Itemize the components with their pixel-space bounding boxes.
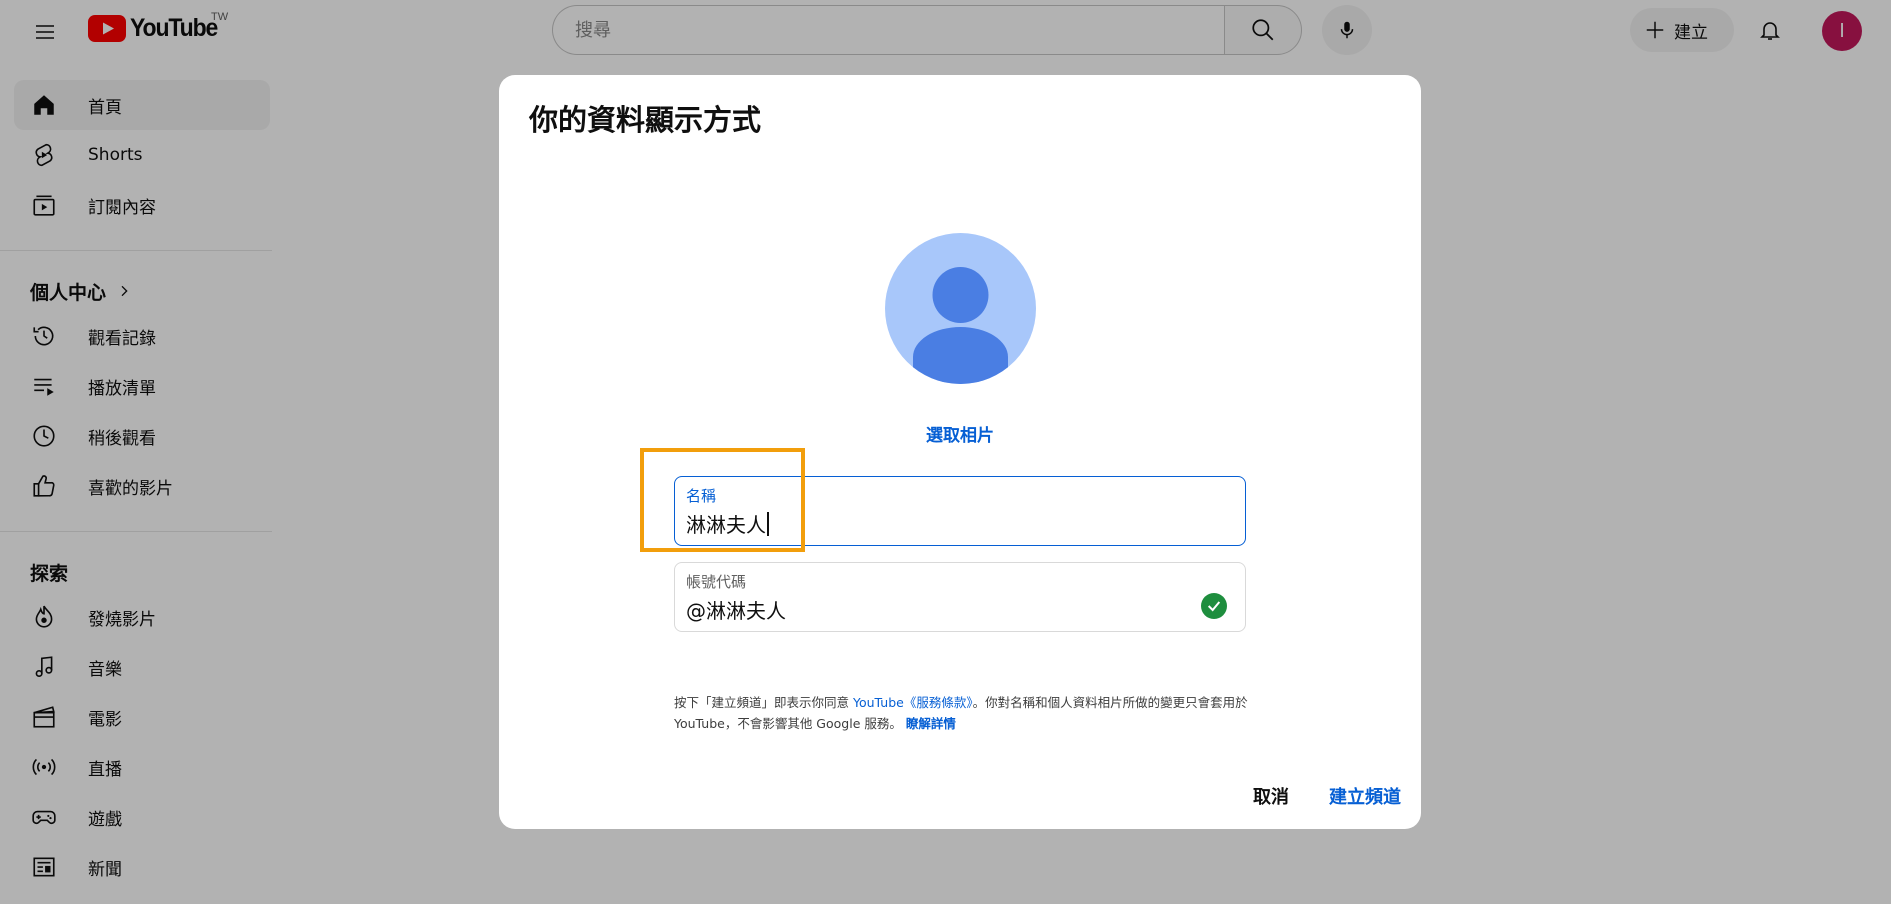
person-avatar-icon (913, 267, 1008, 384)
handle-field-label: 帳號代碼 (686, 573, 747, 591)
learn-more-link[interactable]: 瞭解詳情 (906, 716, 956, 731)
cancel-button[interactable]: 取消 (1253, 783, 1289, 809)
terms-text-1: 按下「建立頻道」即表示你同意 (674, 695, 853, 710)
profile-picture[interactable] (885, 233, 1036, 384)
name-field[interactable]: 名稱 淋淋夫人 (674, 476, 1246, 546)
terms-of-service-link[interactable]: YouTube《服務條款》 (853, 695, 973, 710)
handle-input[interactable]: @淋淋夫人 (686, 595, 1234, 624)
create-channel-button[interactable]: 建立頻道 (1329, 783, 1401, 809)
dialog-title: 你的資料顯示方式 (529, 103, 762, 137)
handle-input-value: @淋淋夫人 (686, 599, 786, 623)
check-circle-icon (1201, 593, 1227, 619)
name-input[interactable]: 淋淋夫人 (686, 509, 1234, 538)
name-field-label: 名稱 (686, 487, 717, 505)
select-photo-link[interactable]: 選取相片 (499, 421, 1421, 446)
create-channel-dialog: 你的資料顯示方式 選取相片 名稱 淋淋夫人 帳號代碼 @淋淋夫人 按下「建立頻道… (499, 75, 1421, 829)
handle-field[interactable]: 帳號代碼 @淋淋夫人 (674, 562, 1246, 632)
text-caret (767, 511, 769, 536)
dialog-actions: 取消 建立頻道 (1253, 783, 1401, 809)
terms-notice: 按下「建立頻道」即表示你同意 YouTube《服務條款》。你對名稱和個人資料相片… (674, 692, 1254, 734)
name-input-value: 淋淋夫人 (686, 513, 766, 537)
select-photo-label: 選取相片 (926, 426, 994, 446)
